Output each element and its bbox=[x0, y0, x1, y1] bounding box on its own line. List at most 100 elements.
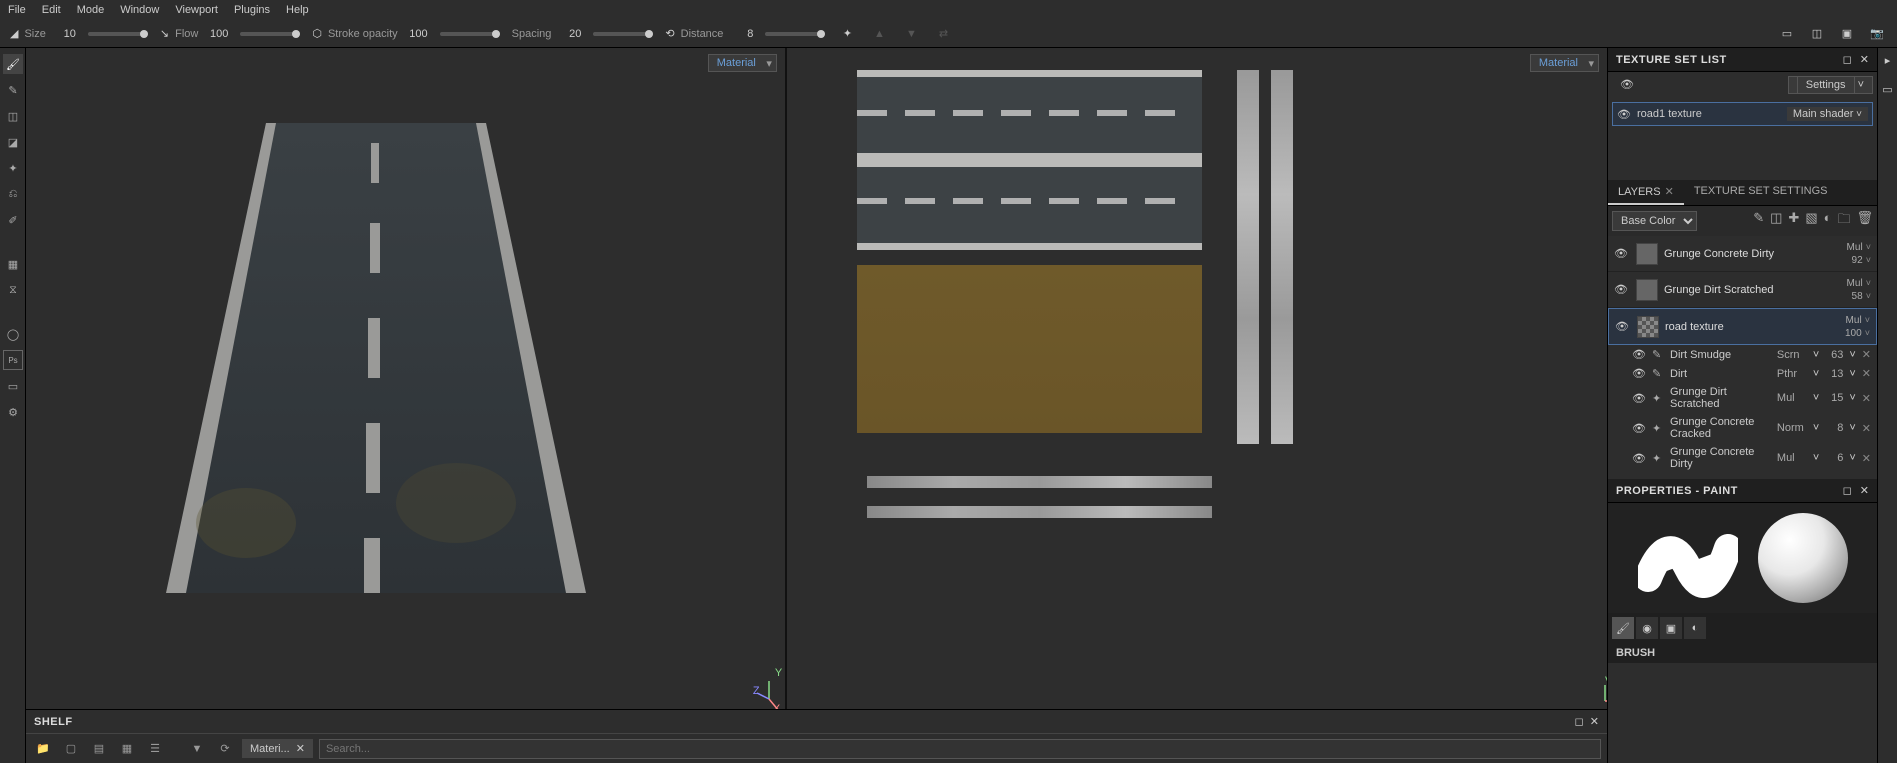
menu-window[interactable]: Window bbox=[120, 4, 159, 16]
remove-effect-icon[interactable]: ✕ bbox=[1862, 422, 1871, 435]
eye-icon[interactable]: 👁 bbox=[1632, 392, 1646, 405]
prop-tab-alpha-icon[interactable]: ◉ bbox=[1636, 617, 1658, 639]
flow-slider[interactable] bbox=[240, 32, 300, 36]
shelf-thumb-small-icon[interactable]: ▤ bbox=[88, 738, 110, 760]
props-close-icon[interactable]: ✕ bbox=[1860, 484, 1869, 497]
remove-effect-icon[interactable]: ✕ bbox=[1862, 348, 1871, 361]
brush-tip-icon[interactable]: ◢ bbox=[10, 27, 18, 40]
opacity-value[interactable]: 100 bbox=[404, 28, 428, 40]
projection-tool-icon[interactable]: ◫ bbox=[3, 106, 23, 126]
eye-icon[interactable]: 👁 bbox=[1617, 108, 1631, 121]
remove-effect-icon[interactable]: ✕ bbox=[1862, 392, 1871, 405]
channel-dropdown[interactable]: Base Color bbox=[1612, 211, 1697, 231]
tab-layers[interactable]: LAYERS✕ bbox=[1608, 180, 1684, 205]
tsl-undock-icon[interactable]: ◻ bbox=[1843, 53, 1852, 66]
perspective-icon[interactable]: ▭ bbox=[1777, 26, 1797, 42]
viewport-3d-mode-dropdown[interactable]: Material bbox=[708, 54, 777, 72]
iray-icon[interactable]: ◫ bbox=[1807, 26, 1827, 42]
menu-viewport[interactable]: Viewport bbox=[175, 4, 218, 16]
link-icon[interactable]: ⇄ bbox=[933, 26, 953, 42]
clone-tool-icon[interactable]: ⎌ bbox=[3, 184, 23, 204]
tsl-close-icon[interactable]: ✕ bbox=[1860, 53, 1869, 66]
add-fill-icon[interactable]: ▧ bbox=[1805, 210, 1817, 232]
shader-dropdown[interactable]: Main shader ˅ bbox=[1787, 107, 1868, 121]
mirror-y-icon[interactable]: ▼ bbox=[901, 26, 921, 42]
add-folder-icon[interactable]: 🗀 bbox=[1837, 210, 1850, 232]
flow-value[interactable]: 100 bbox=[204, 28, 228, 40]
tab-layers-close-icon[interactable]: ✕ bbox=[1665, 186, 1674, 198]
ps-link-icon[interactable]: Ps bbox=[3, 350, 23, 370]
layer-row[interactable]: 👁 Grunge Concrete Dirty Mul ˅ 92 ˅ bbox=[1608, 236, 1877, 272]
camera-icon[interactable]: ▣ bbox=[1837, 26, 1857, 42]
gear-icon[interactable]: ⚙ bbox=[3, 402, 23, 422]
shelf-undock-icon[interactable]: ◻ bbox=[1575, 716, 1584, 728]
eye-icon[interactable]: 👁 bbox=[1614, 283, 1630, 296]
viewport-2d-mode-dropdown[interactable]: Material bbox=[1530, 54, 1599, 72]
menu-edit[interactable]: Edit bbox=[42, 4, 61, 16]
layer-effect-row[interactable]: 👁 ✎ Dirt Smudge Scrn˅ 63˅ ✕ bbox=[1608, 345, 1877, 364]
rail-panel-icon[interactable]: ▭ bbox=[1882, 83, 1892, 96]
add-layer-icon[interactable]: ✚ bbox=[1788, 210, 1799, 232]
visibility-all-icon[interactable]: 👁 bbox=[1612, 76, 1642, 94]
menu-mode[interactable]: Mode bbox=[77, 4, 105, 16]
hourglass-icon[interactable]: ⧖ bbox=[3, 280, 23, 300]
shelf-search-input[interactable] bbox=[319, 739, 1601, 759]
menu-help[interactable]: Help bbox=[286, 4, 309, 16]
shelf-filter-icon[interactable]: ▼ bbox=[186, 738, 208, 760]
tab-texture-set-settings[interactable]: TEXTURE SET SETTINGS bbox=[1684, 180, 1838, 205]
add-smart-icon[interactable]: ◐ bbox=[1824, 210, 1832, 232]
spacing-value[interactable]: 20 bbox=[557, 28, 581, 40]
remove-effect-icon[interactable]: ✕ bbox=[1862, 367, 1871, 380]
shelf-list-icon[interactable]: ☰ bbox=[144, 738, 166, 760]
opacity-slider[interactable] bbox=[440, 32, 500, 36]
remove-effect-icon[interactable]: ✕ bbox=[1862, 452, 1871, 465]
eraser-tool-icon[interactable]: ✎ bbox=[3, 80, 23, 100]
eye-icon[interactable]: 👁 bbox=[1614, 247, 1630, 260]
substance-icon[interactable]: ▦ bbox=[3, 254, 23, 274]
delete-layer-icon[interactable]: 🗑 bbox=[1856, 210, 1873, 232]
layer-row[interactable]: 👁 Grunge Dirt Scratched Mul ˅ 58 ˅ bbox=[1608, 272, 1877, 308]
menu-plugins[interactable]: Plugins bbox=[234, 4, 270, 16]
spacing-slider[interactable] bbox=[593, 32, 653, 36]
eye-icon[interactable]: 👁 bbox=[1632, 422, 1646, 435]
quick-mask-icon[interactable]: ◯ bbox=[3, 324, 23, 344]
shelf-tab-close-icon[interactable]: ✕ bbox=[296, 742, 305, 755]
rail-collapse-icon[interactable]: ▸ bbox=[1885, 54, 1891, 67]
shelf-refresh-icon[interactable]: ⟳ bbox=[214, 738, 236, 760]
add-effect-icon[interactable]: ✎ bbox=[1753, 210, 1764, 232]
layer-effect-row[interactable]: 👁 ✎ Dirt Pthr˅ 13˅ ✕ bbox=[1608, 364, 1877, 383]
prop-tab-stencil-icon[interactable]: ▣ bbox=[1660, 617, 1682, 639]
shelf-tab-materials[interactable]: Materi...✕ bbox=[242, 739, 313, 758]
size-slider[interactable] bbox=[88, 32, 148, 36]
eye-icon[interactable]: 👁 bbox=[1615, 320, 1631, 333]
tsl-settings-dropdown[interactable]: Settings ˅ bbox=[1788, 76, 1873, 94]
layer-effect-row[interactable]: 👁 ✦ Grunge Concrete Cracked Norm˅ 8˅ ✕ bbox=[1608, 413, 1877, 443]
polyfill-tool-icon[interactable]: ◪ bbox=[3, 132, 23, 152]
mirror-x-icon[interactable]: ▲ bbox=[869, 26, 889, 42]
smudge-tool-icon[interactable]: ✦ bbox=[3, 158, 23, 178]
layer-effect-row[interactable]: 👁 ✦ Grunge Dirt Scratched Mul˅ 15˅ ✕ bbox=[1608, 383, 1877, 413]
add-mask-icon[interactable]: ◫ bbox=[1770, 210, 1782, 232]
layer-effect-row[interactable]: 👁 ✦ Grunge Concrete Dirty Mul˅ 6˅ ✕ bbox=[1608, 443, 1877, 473]
viewport-3d[interactable]: Material bbox=[26, 48, 785, 709]
menu-file[interactable]: File bbox=[8, 4, 26, 16]
prop-tab-brush-icon[interactable]: 🖌 bbox=[1612, 617, 1634, 639]
shelf-close-icon[interactable]: ✕ bbox=[1590, 716, 1599, 728]
eye-icon[interactable]: 👁 bbox=[1632, 367, 1646, 380]
symmetry-icon[interactable]: ✦ bbox=[837, 26, 857, 42]
viewport-2d[interactable]: Material V bbox=[787, 48, 1607, 709]
texture-set-row[interactable]: 👁 road1 texture Main shader ˅ bbox=[1612, 102, 1873, 126]
eye-icon[interactable]: 👁 bbox=[1632, 452, 1646, 465]
eye-icon[interactable]: 👁 bbox=[1632, 348, 1646, 361]
render-icon[interactable]: 📷 bbox=[1867, 26, 1887, 42]
prop-tab-material-icon[interactable]: ◐ bbox=[1684, 617, 1706, 639]
paint-tool-icon[interactable]: 🖌 bbox=[3, 54, 23, 74]
props-undock-icon[interactable]: ◻ bbox=[1843, 484, 1852, 497]
shelf-import-icon[interactable]: 📁 bbox=[32, 738, 54, 760]
shelf-new-icon[interactable]: ▢ bbox=[60, 738, 82, 760]
size-value[interactable]: 10 bbox=[52, 28, 76, 40]
shelf-thumb-large-icon[interactable]: ▦ bbox=[116, 738, 138, 760]
doc-icon[interactable]: ▭ bbox=[3, 376, 23, 396]
layer-row[interactable]: 👁 road texture Mul ˅ 100 ˅ bbox=[1608, 308, 1877, 345]
picker-tool-icon[interactable]: ✐ bbox=[3, 210, 23, 230]
